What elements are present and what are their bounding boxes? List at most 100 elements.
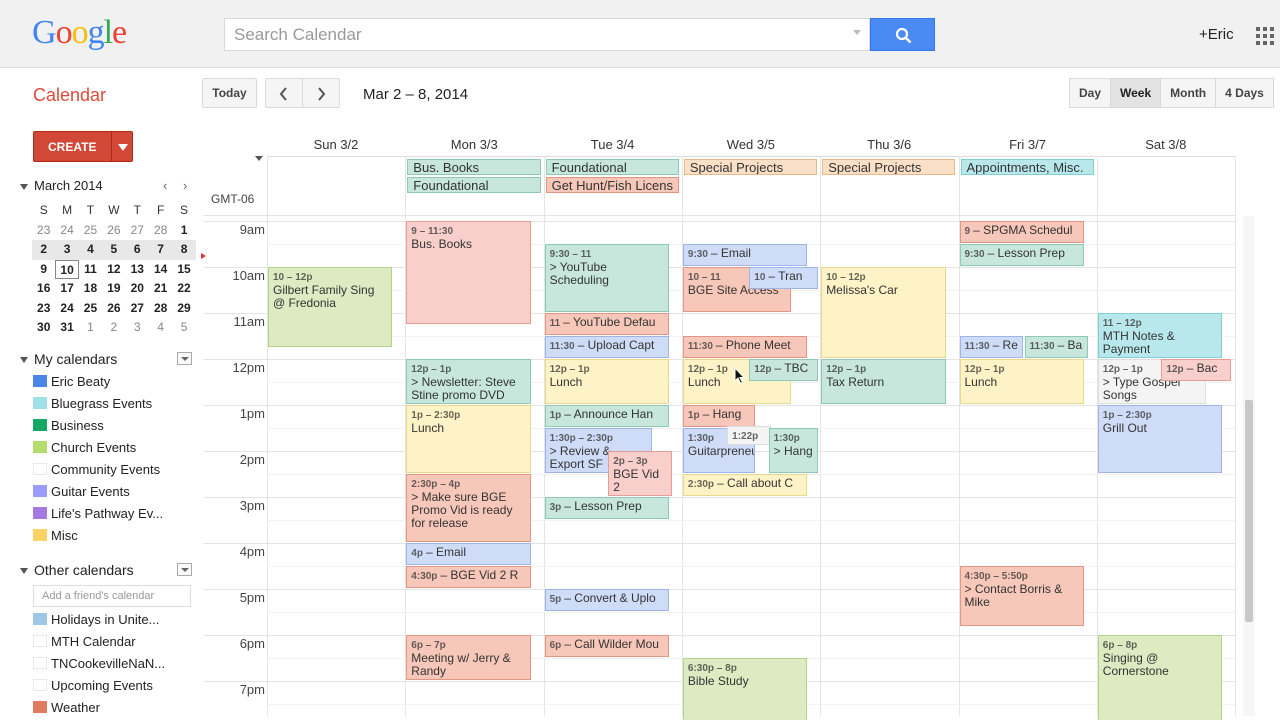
other-calendars-header[interactable]: Other calendars: [20, 562, 134, 578]
calendar-event[interactable]: 6p – Call Wilder Mou: [544, 635, 670, 657]
calendar-item[interactable]: Eric Beaty: [33, 374, 110, 394]
calendar-event[interactable]: 1p – 2:30p Grill Out: [1097, 405, 1223, 473]
calendar-event[interactable]: 4:30p – 5:50p > Contact Borris & Mike: [959, 566, 1084, 627]
calendar-item[interactable]: Upcoming Events: [33, 678, 153, 698]
mini-day[interactable]: 23: [32, 299, 55, 319]
mini-day[interactable]: 13: [126, 260, 149, 280]
mini-day[interactable]: 5: [102, 240, 126, 260]
create-button[interactable]: CREATE: [33, 131, 133, 162]
day-header[interactable]: Wed 3/5: [682, 137, 820, 152]
calendar-item[interactable]: Guitar Events: [33, 484, 130, 504]
calendar-event[interactable]: 1:30p > Hang: [768, 428, 819, 473]
calendar-event[interactable]: 1p – Announce Han: [544, 405, 670, 427]
day-header[interactable]: Mon 3/3: [405, 137, 543, 152]
calendar-item[interactable]: MTH Calendar: [33, 634, 136, 654]
calendar-item[interactable]: Weather: [33, 700, 100, 720]
mini-day[interactable]: 9: [32, 260, 55, 280]
calendar-event[interactable]: 6p – 8p Singing @ Cornerstone: [1097, 635, 1223, 720]
calendar-event[interactable]: 12p – TBC: [749, 359, 819, 381]
calendar-event[interactable]: 4:30p – BGE Vid 2 R: [406, 566, 531, 588]
mini-day[interactable]: 21: [149, 279, 172, 299]
next-week-button[interactable]: [302, 78, 340, 108]
day-header[interactable]: Sun 3/2: [267, 137, 405, 152]
mini-day[interactable]: 25: [79, 299, 102, 319]
grid-scrollbar-thumb[interactable]: [1245, 400, 1253, 622]
calendar-item[interactable]: Business: [33, 418, 104, 438]
other-calendars-menu-button[interactable]: [177, 563, 192, 576]
user-link[interactable]: +Eric: [1199, 26, 1234, 43]
google-logo[interactable]: Google: [32, 14, 127, 52]
day-header[interactable]: Sat 3/8: [1097, 137, 1235, 152]
allday-event[interactable]: Get Hunt/Fish Licens: [545, 177, 679, 193]
allday-event[interactable]: Bus. Books: [407, 159, 541, 175]
calendar-event[interactable]: 9 – 11:30 Bus. Books: [406, 221, 531, 324]
day-header[interactable]: Tue 3/4: [544, 137, 682, 152]
calendar-event[interactable]: 9– SPGMA Schedul: [959, 221, 1084, 243]
mini-day[interactable]: 27: [126, 221, 149, 241]
mini-day[interactable]: 2: [32, 240, 56, 260]
mini-day[interactable]: 28: [149, 299, 172, 319]
mini-day[interactable]: 19: [102, 279, 125, 299]
mini-day[interactable]: 28: [149, 221, 172, 241]
mini-prev-icon[interactable]: ‹: [163, 178, 167, 193]
mini-day[interactable]: 10: [55, 259, 79, 279]
mini-day[interactable]: 22: [172, 279, 195, 299]
calendar-item[interactable]: Holidays in Unite...: [33, 612, 159, 632]
calendar-event[interactable]: 9:30– Email: [682, 244, 808, 266]
calendar-item[interactable]: Church Events: [33, 440, 136, 460]
mini-day[interactable]: 17: [55, 279, 78, 299]
mini-day[interactable]: 3: [126, 318, 149, 338]
calendar-event[interactable]: 11:30– Re: [959, 336, 1024, 358]
mini-day[interactable]: 30: [32, 318, 55, 338]
calendar-event[interactable]: 2:30p – Call about C: [682, 474, 808, 496]
calendar-event[interactable]: 6:30p – 8p Bible Study: [682, 658, 808, 720]
today-button[interactable]: Today: [202, 78, 257, 108]
calendar-item[interactable]: Community Events: [33, 462, 160, 482]
calendar-item[interactable]: TNCookevilleNaN...: [33, 656, 165, 676]
calendar-event[interactable]: 6p – 7p Meeting w/ Jerry & Randy: [406, 635, 531, 680]
calendar-event[interactable]: 10– Tran: [749, 267, 819, 289]
mini-day[interactable]: 23: [32, 221, 55, 241]
calendar-event[interactable]: 12p – 1p Tax Return: [821, 359, 946, 404]
allday-collapse-icon[interactable]: [255, 156, 263, 161]
calendar-event[interactable]: 12p – Bac: [1161, 359, 1231, 381]
calendar-event[interactable]: 11:30– Ba: [1024, 336, 1089, 358]
mini-day[interactable]: 31: [55, 318, 78, 338]
mini-day[interactable]: 14: [149, 260, 172, 280]
mini-day[interactable]: 1: [79, 318, 102, 338]
mini-next-icon[interactable]: ›: [183, 178, 187, 193]
mini-day[interactable]: 4: [149, 318, 172, 338]
mini-day[interactable]: 7: [148, 240, 173, 260]
collapse-icon[interactable]: [20, 183, 28, 190]
calendar-event[interactable]: 11:30– Upload Capt: [544, 336, 670, 358]
add-friend-calendar-input[interactable]: Add a friend's calendar: [33, 585, 191, 607]
calendar-event[interactable]: 9:30 – 11 > YouTube Scheduling: [544, 244, 670, 312]
calendar-event[interactable]: 1p – Hang: [682, 405, 755, 427]
mini-day[interactable]: 18: [79, 279, 102, 299]
mini-day[interactable]: 20: [126, 279, 149, 299]
mini-day[interactable]: 5: [172, 318, 195, 338]
search-input[interactable]: Search Calendar: [224, 18, 870, 51]
view-button-day[interactable]: Day: [1069, 78, 1112, 108]
calendar-event[interactable]: 9:30– Lesson Prep: [959, 244, 1084, 266]
view-button-4-days[interactable]: 4 Days: [1215, 78, 1274, 108]
mini-day[interactable]: 6: [125, 240, 149, 260]
mini-day[interactable]: 4: [78, 240, 103, 260]
apps-grid-icon[interactable]: [1256, 27, 1274, 45]
calendar-event[interactable]: 10 – 12p Gilbert Family Sing @ Fredonia: [268, 267, 393, 347]
allday-event[interactable]: Special Projects: [683, 159, 818, 175]
create-dropdown-icon[interactable]: [118, 144, 128, 151]
mini-day[interactable]: 26: [102, 299, 125, 319]
mini-day[interactable]: 1: [172, 221, 195, 241]
calendar-event[interactable]: 5p – Convert & Uplo: [544, 589, 670, 611]
calendar-item[interactable]: Misc: [33, 528, 78, 548]
search-button[interactable]: [870, 18, 935, 51]
search-options-dropdown-icon[interactable]: [853, 30, 861, 35]
mini-day[interactable]: 24: [55, 299, 78, 319]
calendar-event[interactable]: 1p – 2:30p Lunch: [406, 405, 531, 473]
mini-day[interactable]: 29: [172, 299, 195, 319]
calendar-event[interactable]: 2p – 3p BGE Vid 2: [608, 451, 672, 496]
mini-day[interactable]: 3: [55, 240, 79, 260]
my-calendars-header[interactable]: My calendars: [20, 351, 117, 367]
mini-day[interactable]: 27: [126, 299, 149, 319]
